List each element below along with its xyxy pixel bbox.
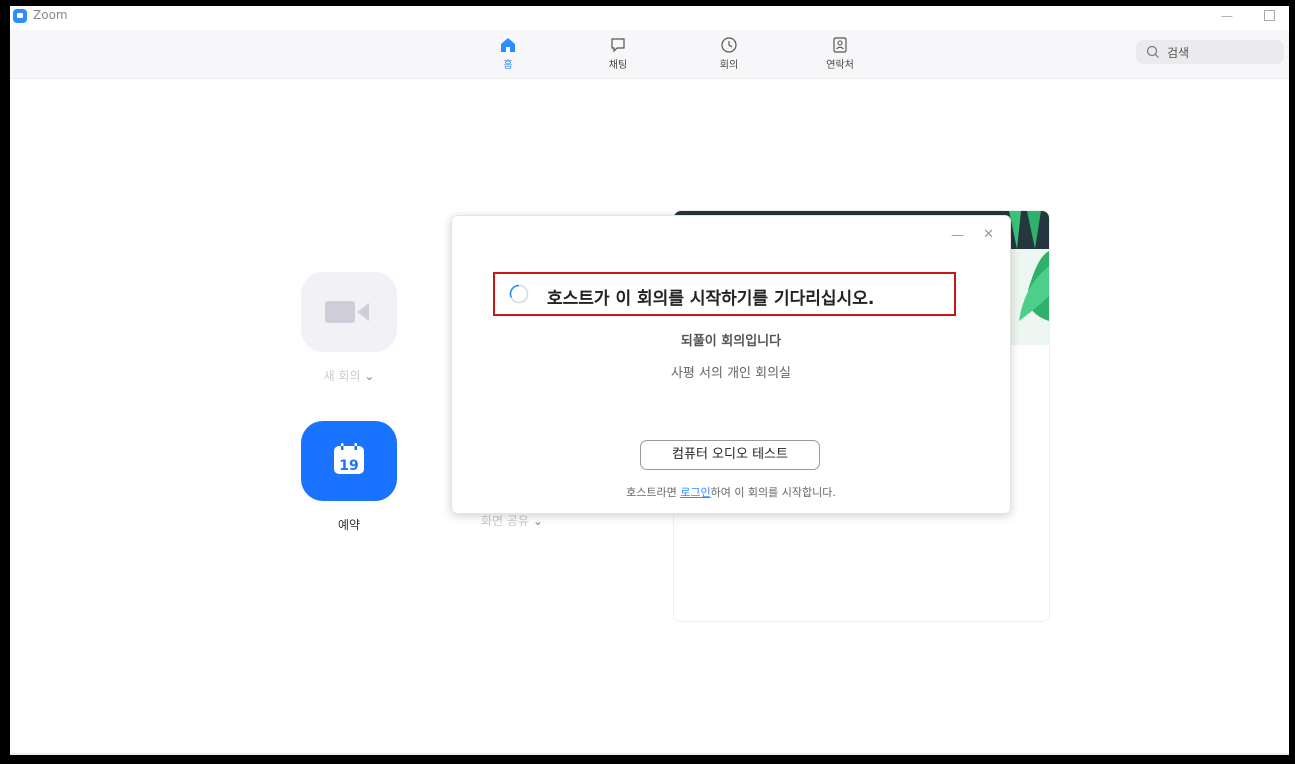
dialog-close-button[interactable]: ✕	[983, 227, 994, 242]
search-input[interactable]: 검색	[1136, 40, 1284, 64]
minimize-window-button[interactable]: —	[1219, 8, 1235, 24]
new-meeting-tile[interactable]	[301, 272, 397, 352]
window-bottom-edge	[10, 753, 1289, 755]
host-login-hint: 호스트라면 로그인하여 이 회의를 시작합니다.	[452, 484, 1010, 500]
top-navigation: 홈 채팅 회의 연락처 검색	[10, 30, 1289, 79]
chevron-down-icon[interactable]: ⌄	[364, 369, 374, 383]
login-link[interactable]: 로그인	[680, 486, 710, 499]
zoom-window: Zoom — 홈 채팅 회의 연락처 검색 새 회의 ⌄ 19 예약 화면 공유…	[10, 6, 1289, 755]
loading-spinner-icon	[509, 284, 529, 304]
meeting-room-name: 사평 서의 개인 회의실	[670, 366, 792, 381]
schedule-label: 예약	[337, 518, 361, 532]
waiting-for-host-dialog: — ✕ 호스트가 이 회의를 시작하기를 기다리십시오. 되풀이 회의입니다 사…	[451, 215, 1011, 514]
chevron-down-icon[interactable]: ⌄	[533, 514, 543, 528]
title-bar: Zoom —	[10, 6, 1289, 28]
search-placeholder: 검색	[1167, 46, 1190, 60]
tab-home-label: 홈	[503, 60, 513, 71]
clock-icon	[721, 37, 737, 53]
search-icon	[1146, 45, 1159, 58]
schedule-tile[interactable]: 19	[301, 421, 397, 501]
chat-icon	[611, 38, 625, 53]
share-screen-button[interactable]: 화면 공유 ⌄	[481, 512, 543, 529]
app-title: Zoom	[33, 8, 68, 22]
meeting-title: 되풀이 회의입니다	[680, 334, 782, 349]
video-camera-icon	[325, 301, 369, 323]
schedule-button[interactable]: 19 예약	[301, 421, 397, 533]
share-screen-label: 화면 공유	[481, 514, 529, 528]
tab-meetings[interactable]: 회의	[699, 36, 759, 71]
new-meeting-label: 새 회의 ⌄	[323, 369, 375, 383]
tab-contacts[interactable]: 연락처	[810, 36, 870, 71]
zoom-logo-icon	[13, 9, 27, 23]
home-icon	[501, 38, 515, 52]
test-computer-audio-button[interactable]: 컴퓨터 오디오 테스트	[640, 440, 820, 470]
tab-home[interactable]: 홈	[478, 36, 538, 71]
tab-meetings-label: 회의	[719, 60, 739, 71]
host-hint-suffix: 하여 이 회의를 시작합니다.	[710, 486, 836, 499]
dialog-minimize-button[interactable]: —	[951, 228, 964, 243]
tab-contacts-label: 연락처	[826, 60, 854, 71]
tab-chat-label: 채팅	[608, 60, 628, 71]
waiting-message-box: 호스트가 이 회의를 시작하기를 기다리십시오.	[493, 272, 956, 316]
host-hint-prefix: 호스트라면	[626, 486, 681, 499]
contacts-icon	[833, 37, 847, 53]
new-meeting-button[interactable]: 새 회의 ⌄	[301, 272, 397, 384]
calendar-day: 19	[339, 458, 359, 474]
tab-chat[interactable]: 채팅	[588, 36, 648, 71]
maximize-window-button[interactable]	[1264, 10, 1275, 21]
waiting-message: 호스트가 이 회의를 시작하기를 기다리십시오.	[547, 289, 875, 309]
